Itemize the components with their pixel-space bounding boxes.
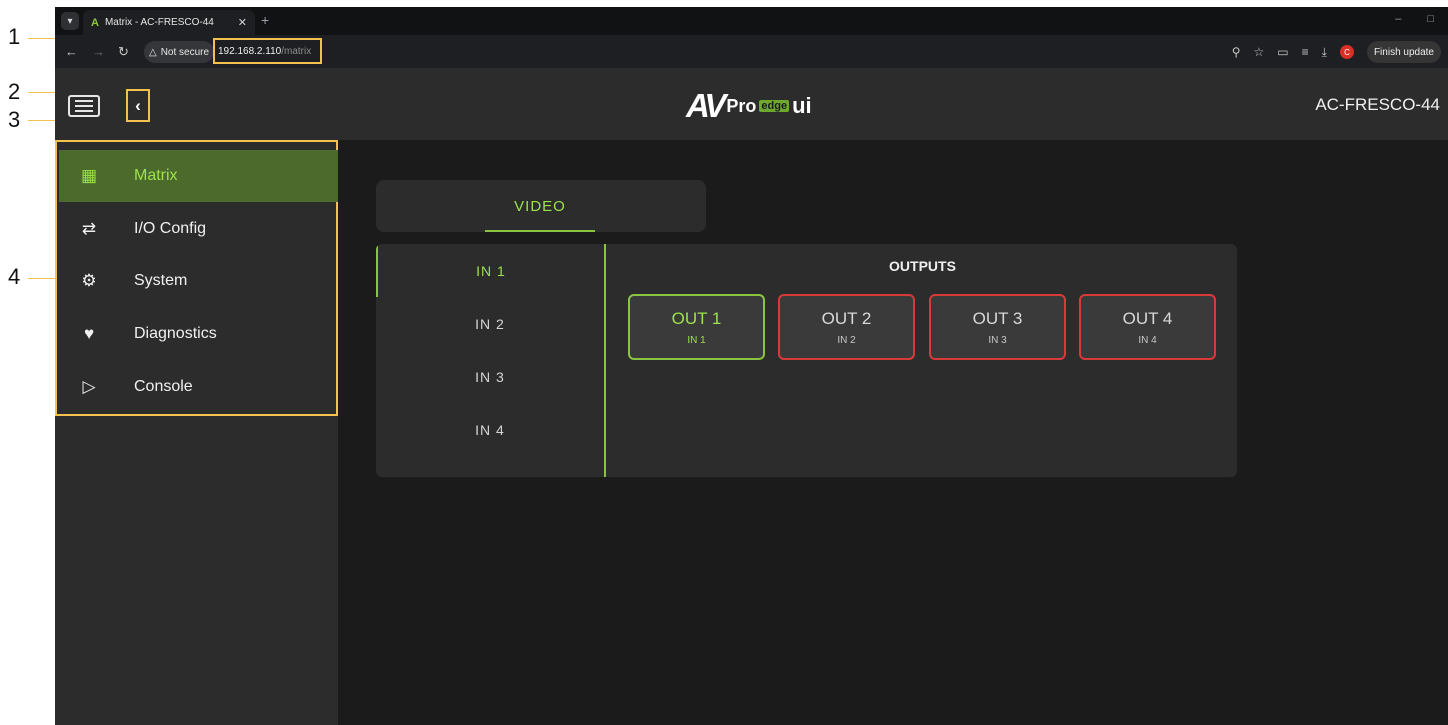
output-source: IN 3 bbox=[988, 334, 1007, 346]
sidebar: ▦ Matrix ⇄ I/O Config ⚙ System ♥ Diagnos… bbox=[55, 140, 338, 725]
logo-edge: edge bbox=[759, 100, 790, 112]
inputs-list: IN 1 IN 2 IN 3 IN 4 bbox=[376, 244, 606, 477]
heart-pulse-icon: ♥ bbox=[83, 324, 95, 343]
input-item-3[interactable]: IN 3 bbox=[376, 350, 604, 403]
browser-window: ▾ A Matrix - AC-FRESCO-44 ✕ + – □ ← → ↻ … bbox=[55, 7, 1448, 725]
zoom-icon[interactable]: ⚲ bbox=[1232, 45, 1241, 59]
url-path: /matrix bbox=[281, 45, 312, 57]
app-header: ‹ AV Pro edge ui AC-FRESCO-44 bbox=[55, 68, 1448, 140]
logo-av: AV bbox=[686, 87, 726, 124]
output-name: OUT 1 bbox=[671, 308, 722, 328]
input-item-4[interactable]: IN 4 bbox=[376, 403, 604, 456]
address-bar[interactable]: 192.168.2.110/matrix bbox=[213, 38, 322, 64]
callout-number: 2 bbox=[8, 79, 21, 104]
device-name: AC-FRESCO-44 bbox=[1315, 95, 1440, 114]
logo-ui: ui bbox=[792, 93, 812, 118]
maximize-icon[interactable]: □ bbox=[1427, 13, 1434, 25]
output-name: OUT 3 bbox=[972, 308, 1023, 328]
sidebar-item-console[interactable]: ▷ Console bbox=[59, 361, 338, 413]
gear-icon: ⚙ bbox=[81, 271, 97, 290]
swap-arrows-icon: ⇄ bbox=[81, 219, 97, 238]
output-source: IN 1 bbox=[687, 334, 706, 346]
forward-icon[interactable]: → bbox=[92, 44, 105, 59]
output-tile-2[interactable]: OUT 2 IN 2 bbox=[778, 294, 915, 360]
tab-bar: VIDEO bbox=[376, 180, 706, 232]
minimize-icon[interactable]: – bbox=[1395, 13, 1401, 25]
terminal-icon: ▷ bbox=[82, 377, 96, 396]
window-controls: – □ bbox=[1395, 13, 1434, 25]
sidebar-menu: ▦ Matrix ⇄ I/O Config ⚙ System ♥ Diagnos… bbox=[55, 140, 338, 416]
favicon-icon: A bbox=[91, 16, 99, 29]
sidebar-item-io-config[interactable]: ⇄ I/O Config bbox=[59, 203, 338, 255]
app: ‹ AV Pro edge ui AC-FRESCO-44 ▦ Matrix ⇄ bbox=[55, 68, 1448, 725]
main-content: VIDEO IN 1 IN 2 IN 3 IN 4 OUTPUTS OUT 1 … bbox=[338, 140, 1448, 725]
logo-pro: Pro bbox=[726, 95, 757, 116]
grid-icon: ▦ bbox=[80, 166, 98, 185]
sidebar-item-label: Matrix bbox=[134, 167, 178, 184]
download-icon[interactable]: ⤓ bbox=[1322, 45, 1327, 60]
sidebar-item-label: Diagnostics bbox=[134, 325, 217, 342]
page: 1 2 3 4 ▾ A Matrix - AC-FRESCO-44 ✕ + – … bbox=[0, 0, 1448, 725]
callout-number: 1 bbox=[8, 24, 21, 49]
close-icon[interactable]: ✕ bbox=[238, 16, 247, 29]
output-tile-3[interactable]: OUT 3 IN 3 bbox=[929, 294, 1066, 360]
browser-tab[interactable]: A Matrix - AC-FRESCO-44 ✕ bbox=[83, 10, 255, 35]
output-name: OUT 2 bbox=[821, 308, 872, 328]
output-source: IN 2 bbox=[837, 334, 856, 346]
media-icon[interactable]: ≡ bbox=[1302, 45, 1309, 59]
new-tab-icon[interactable]: + bbox=[261, 12, 269, 28]
tab-title: Matrix - AC-FRESCO-44 bbox=[104, 17, 214, 28]
collapse-sidebar-button[interactable]: ‹ bbox=[126, 89, 150, 122]
star-icon[interactable]: ☆ bbox=[1254, 45, 1265, 59]
sidebar-item-system[interactable]: ⚙ System bbox=[59, 255, 338, 307]
hamburger-menu-icon[interactable] bbox=[68, 95, 100, 117]
back-icon[interactable]: ← bbox=[65, 44, 78, 59]
sidebar-item-label: I/O Config bbox=[134, 220, 207, 237]
browser-toolbar: ← → ↻ △ Not secure 192.168.2.110/matrix … bbox=[55, 35, 1448, 68]
sidebar-item-matrix[interactable]: ▦ Matrix bbox=[59, 150, 338, 202]
output-source: IN 4 bbox=[1138, 334, 1157, 346]
sidebar-item-diagnostics[interactable]: ♥ Diagnostics bbox=[59, 308, 338, 360]
chevron-down-icon[interactable]: ▾ bbox=[61, 12, 79, 30]
sidebar-item-label: System bbox=[134, 272, 188, 289]
output-tile-1[interactable]: OUT 1 IN 1 bbox=[628, 294, 765, 360]
toolbar-actions: ⚲ ☆ ▭ ≡ ⤓ C Finish update bbox=[1232, 41, 1441, 63]
security-chip[interactable]: △ Not secure bbox=[144, 41, 215, 63]
sidebar-item-label: Console bbox=[134, 378, 193, 395]
warning-icon: △ bbox=[149, 46, 157, 58]
input-item-1[interactable]: IN 1 bbox=[376, 244, 604, 297]
security-label: Not secure bbox=[160, 46, 210, 58]
reload-icon[interactable]: ↻ bbox=[118, 44, 129, 60]
callout-number: 3 bbox=[8, 107, 21, 132]
output-tile-4[interactable]: OUT 4 IN 4 bbox=[1079, 294, 1216, 360]
tab-video[interactable]: VIDEO bbox=[485, 180, 595, 232]
input-item-2[interactable]: IN 2 bbox=[376, 297, 604, 350]
logo: AV Pro edge ui bbox=[686, 87, 812, 125]
tab-strip: ▾ A Matrix - AC-FRESCO-44 ✕ + – □ bbox=[55, 7, 1448, 35]
matrix-panel: IN 1 IN 2 IN 3 IN 4 OUTPUTS OUT 1 IN 1 O… bbox=[376, 244, 1237, 477]
outputs-title: OUTPUTS bbox=[889, 258, 956, 274]
callout-number: 4 bbox=[8, 264, 21, 289]
finish-update-button[interactable]: Finish update bbox=[1366, 41, 1441, 63]
callout-line bbox=[28, 278, 55, 279]
extensions-icon[interactable]: ▭ bbox=[1277, 45, 1288, 59]
output-name: OUT 4 bbox=[1122, 308, 1173, 328]
url-host: 192.168.2.110 bbox=[218, 45, 282, 57]
avatar[interactable]: C bbox=[1339, 45, 1354, 59]
